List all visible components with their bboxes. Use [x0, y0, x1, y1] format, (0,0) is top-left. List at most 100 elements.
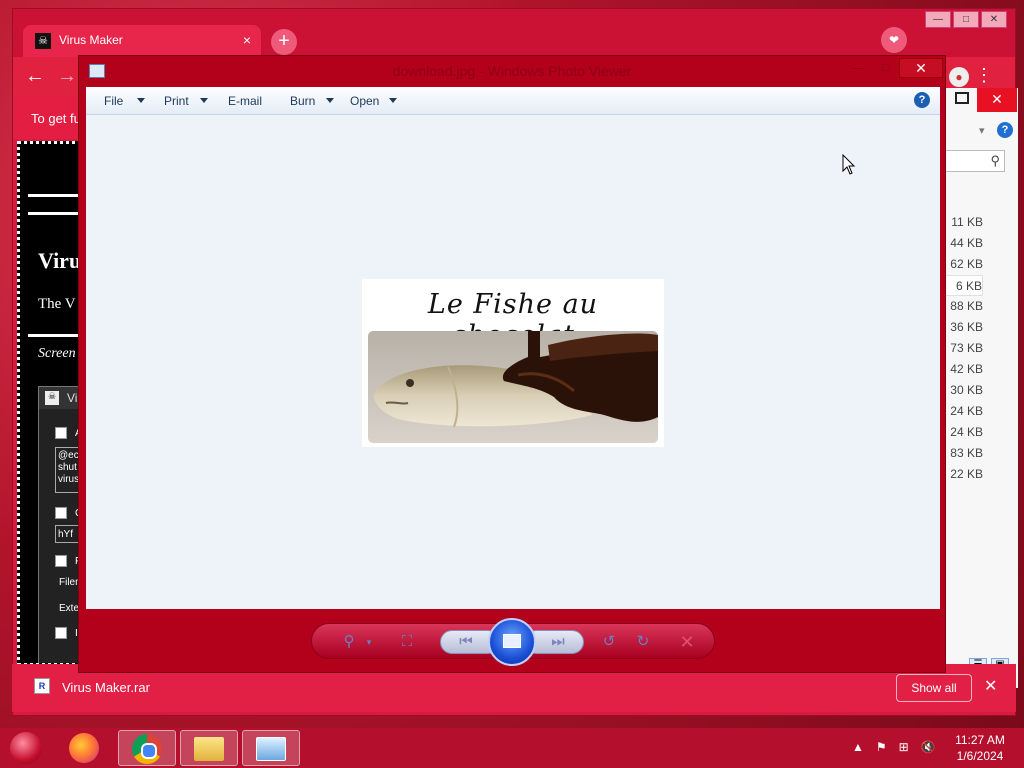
file-size-cell: 6 KB — [945, 275, 983, 296]
tab-search-icon[interactable]: ❤ — [881, 27, 907, 53]
file-size-cell: 42 KB — [950, 362, 983, 376]
zoom-icon[interactable]: ⚲ — [338, 631, 360, 653]
displayed-photo: Le Fishe au chocolat — [362, 279, 664, 447]
photo-viewer-icon — [256, 737, 286, 761]
back-button[interactable]: ← — [25, 65, 45, 88]
photo-viewer-titlebar[interactable]: download.jpg - Windows Photo Viewer — □ … — [79, 56, 945, 86]
file-size-cell: 73 KB — [950, 341, 983, 355]
photo-viewer-window: download.jpg - Windows Photo Viewer — □ … — [78, 55, 946, 673]
explorer-close-button[interactable]: ✕ — [977, 88, 1017, 112]
delete-icon[interactable]: ✕ — [676, 631, 698, 653]
folder-icon — [194, 737, 224, 761]
mouse-cursor-icon — [842, 154, 856, 175]
page-heading: Viru — [38, 248, 82, 273]
tab-strip: ☠ Virus Maker × + ❤ — □ ✕ — [13, 9, 1015, 57]
embedded-title: Vi — [67, 391, 78, 405]
minimize-button[interactable]: — — [847, 60, 869, 78]
taskbar-photo-viewer[interactable] — [242, 730, 300, 766]
firefox-icon — [69, 733, 99, 763]
system-tray: ▲ ⚑ ⊞ 🔇 — [852, 740, 936, 754]
page-content-left: Viru The V Screen ☠ Vi A @ec shut virus … — [17, 141, 83, 666]
checkbox — [55, 555, 67, 567]
checkbox — [55, 507, 67, 519]
file-explorer-window: ✕ ▾ ? ⚲ 11 KB 44 KB 62 KB 6 KB 88 KB 36 KB 73 … — [944, 88, 1018, 688]
maximize-button[interactable]: □ — [875, 60, 897, 78]
chevron-down-icon[interactable] — [326, 98, 334, 103]
browser-close-button[interactable]: ✕ — [981, 11, 1007, 28]
menu-open[interactable]: Open — [350, 94, 379, 108]
show-hidden-icons-icon[interactable]: ▲ — [852, 740, 864, 754]
close-button[interactable]: ✕ — [899, 58, 943, 78]
file-size-cell: 24 KB — [950, 425, 983, 439]
profile-avatar-icon[interactable]: ● — [949, 67, 969, 87]
action-center-flag-icon[interactable]: ⚑ — [876, 740, 887, 754]
chevron-down-icon[interactable]: ▾ — [979, 124, 985, 137]
file-size-cell: 11 KB — [951, 215, 983, 229]
menu-file[interactable]: File — [104, 94, 123, 108]
text-line: virus — [58, 474, 80, 485]
menu-burn[interactable]: Burn — [290, 94, 315, 108]
slideshow-icon — [503, 634, 521, 648]
downloads-bar-close-button[interactable]: ✕ — [984, 676, 997, 696]
menu-email[interactable]: E-mail — [228, 94, 262, 108]
help-icon[interactable]: ? — [997, 122, 1013, 138]
browser-menu-icon[interactable]: ⋮ — [975, 65, 993, 86]
rar-archive-icon: R — [34, 678, 50, 694]
download-item[interactable]: Virus Maker.rar — [62, 680, 150, 695]
browser-window-controls: — □ ✕ — [925, 11, 1007, 28]
checkbox — [55, 427, 67, 439]
browser-minimize-button[interactable]: — — [925, 11, 951, 28]
clock-time: 11:27 AM — [955, 733, 1005, 747]
text-line: @ec — [58, 450, 79, 461]
embedded-titlebar: ☠ Vi — [39, 387, 80, 409]
taskbar-clock[interactable]: 11:27 AM 1/6/2024 — [948, 732, 1012, 764]
new-tab-button[interactable]: + — [271, 29, 297, 55]
rotate-clockwise-icon[interactable]: ↻ — [632, 631, 654, 653]
file-size-cell: 83 KB — [950, 446, 983, 460]
pirate-flag-icon: ☠ — [45, 391, 59, 405]
actual-size-icon[interactable]: ⛶ — [396, 631, 418, 653]
explorer-maximize-button[interactable] — [955, 92, 969, 104]
chevron-down-icon[interactable]: ▾ — [358, 631, 380, 653]
file-size-cell: 22 KB — [950, 467, 983, 481]
divider — [28, 194, 80, 197]
start-button[interactable] — [10, 732, 42, 764]
network-icon[interactable]: ⊞ — [899, 740, 909, 754]
info-bar-text: To get fu — [31, 111, 81, 126]
file-size-cell: 30 KB — [950, 383, 983, 397]
window-title: download.jpg - Windows Photo Viewer — [392, 63, 632, 79]
text-line: shut — [58, 462, 77, 473]
taskbar-firefox[interactable] — [56, 730, 114, 766]
clock-date: 1/6/2024 — [956, 749, 1004, 763]
taskbar: ▲ ⚑ ⊞ 🔇 11:27 AM 1/6/2024 — [0, 728, 1024, 768]
show-all-button[interactable]: Show all — [896, 674, 972, 702]
file-size-cell: 88 KB — [950, 299, 983, 313]
taskbar-file-explorer[interactable] — [180, 730, 238, 766]
slideshow-button[interactable] — [488, 618, 536, 666]
chevron-down-icon[interactable] — [389, 98, 397, 103]
text-line: hYf — [58, 529, 74, 540]
menu-print[interactable]: Print — [164, 94, 189, 108]
page-subtitle: The V — [38, 296, 76, 312]
browser-maximize-button[interactable]: □ — [953, 11, 979, 28]
help-icon[interactable]: ? — [914, 92, 930, 108]
divider — [28, 212, 80, 215]
volume-muted-icon[interactable]: 🔇 — [921, 740, 936, 754]
checkbox — [55, 627, 67, 639]
chevron-down-icon[interactable] — [137, 98, 145, 103]
tab-close-button[interactable]: × — [243, 32, 251, 48]
fish-chocolate-image — [368, 331, 658, 443]
taskbar-chrome[interactable] — [118, 730, 176, 766]
forward-button[interactable]: → — [57, 65, 77, 88]
chevron-down-icon[interactable] — [200, 98, 208, 103]
browser-tab-virus-maker[interactable]: ☠ Virus Maker × — [23, 25, 261, 57]
command-bar: File Print E-mail Burn Open ? — [86, 87, 940, 115]
rotate-counterclockwise-icon[interactable]: ↺ — [598, 631, 620, 653]
image-canvas[interactable]: Le Fishe au chocolat — [86, 115, 940, 609]
pirate-flag-icon: ☠ — [35, 33, 51, 49]
divider — [28, 334, 80, 337]
file-size-cell: 36 KB — [950, 320, 983, 334]
explorer-search-input[interactable]: ⚲ — [945, 150, 1005, 172]
file-size-cell: 24 KB — [950, 404, 983, 418]
embedded-app-screenshot: ☠ Vi A @ec shut virus C hYf F Filen Exte… — [38, 386, 80, 663]
